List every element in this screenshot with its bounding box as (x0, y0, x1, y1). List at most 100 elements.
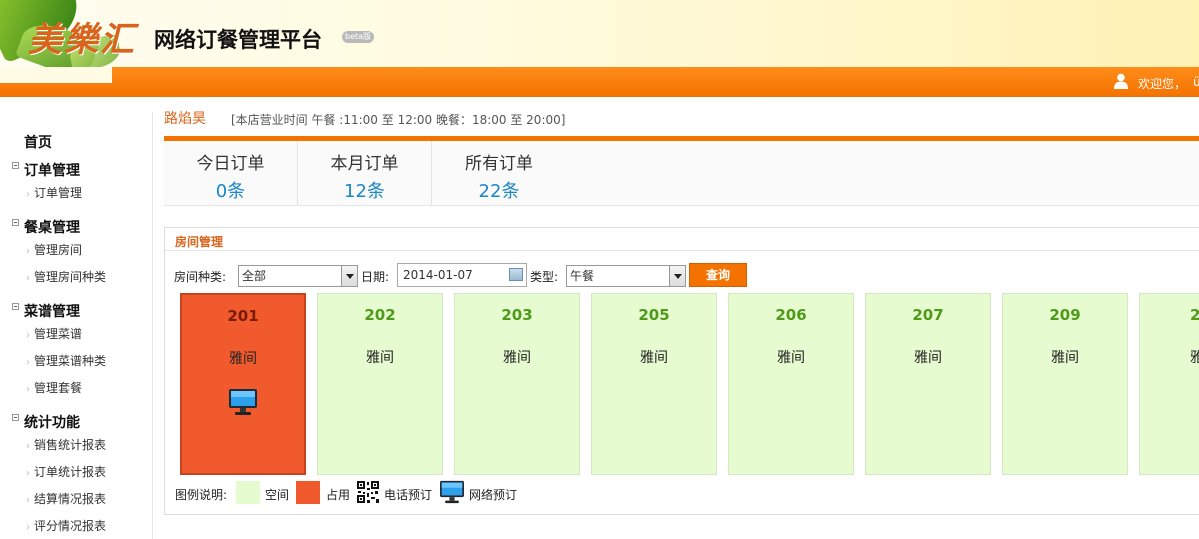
stat-value: 0条 (215, 181, 246, 202)
chevron-down-icon[interactable] (341, 266, 357, 286)
nav-item-manage-room-types[interactable]: › 管理房间种类 (26, 268, 106, 285)
calendar-icon[interactable] (509, 268, 523, 281)
nav-item-label: 管理房间种类 (34, 270, 107, 284)
legend-phone: 电话预订 (384, 488, 433, 502)
nav-item-label: 订单统计报表 (34, 465, 107, 479)
legend-online: 网络预订 (469, 488, 518, 502)
logo: 美樂汇 (28, 20, 136, 60)
room-type: 雅间 (366, 350, 394, 366)
nav-group-tables[interactable]: 餐桌管理 (12, 217, 80, 237)
stat-label: 本月订单 (330, 154, 399, 174)
room-number: 201 (227, 307, 259, 325)
legend-occupied: 占用 (326, 488, 351, 502)
collapse-icon[interactable] (12, 414, 19, 421)
nav-item-label: 销售统计报表 (34, 438, 107, 452)
nav-item-order-manage[interactable]: › 订单管理 (26, 184, 82, 201)
collapse-icon[interactable] (12, 303, 19, 310)
nav-group-label: 统计功能 (24, 415, 80, 431)
store-hours: [本店营业时间 午餐 :11:00 至 12:00 晚餐：18:00 至 20:… (231, 113, 566, 127)
room-type: 雅间 (777, 350, 805, 366)
legend: 图例说明: 空间 占用 电话预订 网络预订 (175, 480, 775, 504)
query-button[interactable]: 查询 (689, 263, 747, 287)
room-panel: 房间管理 房间种类: 全部 日期: 2014-01-07 类型: 午餐 查询 2… (164, 227, 1199, 515)
nav-group-label: 菜谱管理 (24, 304, 80, 320)
beta-badge: beta版 (342, 31, 375, 43)
sidebar-top-strip (0, 67, 112, 83)
stat-month[interactable]: 本月订单 12条 (298, 141, 432, 206)
stat-label: 今日订单 (196, 154, 265, 174)
nav-item-manage-dish-types[interactable]: › 管理菜谱种类 (26, 352, 106, 369)
chevron-right-icon: › (26, 330, 30, 341)
meal-type-label: 类型: (530, 270, 559, 284)
panel-title: 房间管理 (175, 235, 224, 249)
room-number: 203 (501, 306, 533, 324)
nav-item-label: 管理套餐 (34, 381, 83, 395)
collapse-icon[interactable] (12, 219, 19, 226)
legend-free: 空间 (265, 488, 290, 502)
meal-type-value: 午餐 (570, 269, 595, 283)
room-type-label: 房间种类: (174, 270, 227, 284)
date-input[interactable]: 2014-01-07 (397, 263, 527, 287)
room-type: 雅间 (640, 350, 668, 366)
store-name: 路焰昊 (164, 111, 206, 127)
room-number: 202 (364, 306, 396, 324)
chevron-right-icon: › (26, 441, 30, 452)
nav-home[interactable]: 首页 (24, 132, 52, 152)
nav-item-label: 订单管理 (34, 186, 83, 200)
meal-type-select[interactable]: 午餐 (566, 265, 686, 287)
room-number: 21 (1190, 306, 1199, 324)
nav-item-manage-sets[interactable]: › 管理套餐 (26, 379, 82, 396)
nav-group-orders[interactable]: 订单管理 (12, 160, 80, 180)
sidebar: 首页 订单管理 › 订单管理 餐桌管理 › 管理房间 › 管理房间种类 菜谱管理 › 管… (0, 112, 153, 539)
room-type: 雅间 (1051, 350, 1079, 366)
room-number: 209 (1049, 306, 1081, 324)
room-type-select[interactable]: 全部 (238, 265, 358, 287)
chevron-down-icon[interactable] (669, 266, 685, 286)
nav-item-order-report[interactable]: › 订单统计报表 (26, 463, 106, 480)
chevron-right-icon: › (26, 495, 30, 506)
room-card[interactable]: 205 雅间 (591, 293, 717, 475)
nav-item-manage-rooms[interactable]: › 管理房间 (26, 241, 82, 258)
room-card[interactable]: 201 雅间 (180, 293, 306, 475)
nav-item-label: 管理菜谱种类 (34, 354, 107, 368)
qr-code-icon (356, 480, 380, 504)
nav-item-manage-dishes[interactable]: › 管理菜谱 (26, 325, 82, 342)
occupied-swatch (296, 481, 320, 504)
top-bar: 欢迎您， ü (0, 67, 1199, 97)
room-card[interactable]: 21 雅 (1139, 293, 1199, 475)
nav-item-label: 评分情况报表 (34, 519, 107, 533)
free-swatch (236, 481, 260, 504)
main-content: 路焰昊 [本店营业时间 午餐 :11:00 至 12:00 晚餐：18:00 至… (154, 97, 1199, 539)
room-card[interactable]: 202 雅间 (317, 293, 443, 475)
header: 美樂汇 网络订餐管理平台 beta版 (0, 0, 1199, 67)
room-type: 雅 (1190, 347, 1199, 367)
room-number: 207 (912, 306, 944, 324)
room-type: 雅间 (229, 351, 257, 367)
chevron-right-icon: › (26, 246, 30, 257)
platform-title: 网络订餐管理平台 (154, 28, 322, 52)
nav-item-rating-report[interactable]: › 评分情况报表 (26, 517, 106, 534)
collapse-icon[interactable] (12, 162, 19, 169)
nav-group-menu[interactable]: 菜谱管理 (12, 301, 80, 321)
room-type: 雅间 (914, 350, 942, 366)
nav-group-stats[interactable]: 统计功能 (12, 412, 80, 432)
room-card[interactable]: 203 雅间 (454, 293, 580, 475)
date-value: 2014-01-07 (403, 268, 473, 282)
nav-item-sales-report[interactable]: › 销售统计报表 (26, 436, 106, 453)
user-icon (1114, 73, 1128, 89)
chevron-right-icon: › (26, 522, 30, 533)
stat-today[interactable]: 今日订单 0条 (164, 141, 298, 206)
room-number: 205 (638, 306, 670, 324)
stat-all[interactable]: 所有订单 22条 (432, 141, 566, 206)
room-card[interactable]: 207 雅间 (865, 293, 991, 475)
chevron-right-icon: › (26, 357, 30, 368)
welcome-tail: ü (1193, 75, 1199, 89)
stat-label: 所有订单 (465, 154, 533, 174)
room-card[interactable]: 209 雅间 (1002, 293, 1128, 475)
nav-item-settlement-report[interactable]: › 结算情况报表 (26, 490, 106, 507)
room-number: 206 (775, 306, 807, 324)
monitor-icon (229, 389, 257, 415)
room-card[interactable]: 206 雅间 (728, 293, 854, 475)
nav-group-label: 订单管理 (24, 163, 80, 179)
nav-item-label: 管理房间 (34, 243, 83, 257)
